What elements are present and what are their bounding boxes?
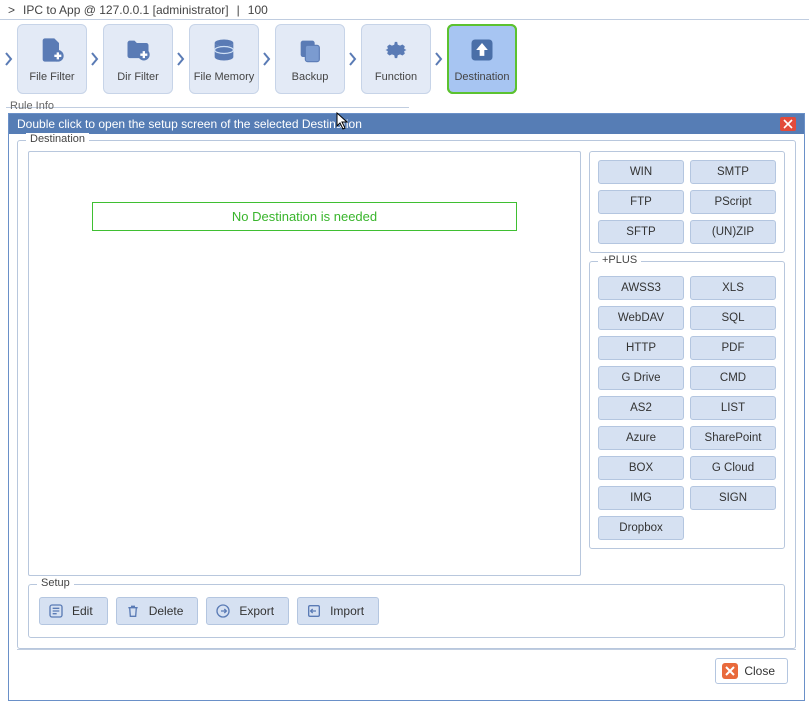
import-label: Import — [330, 604, 364, 618]
folder-plus-icon — [124, 36, 152, 67]
chevron-right-icon — [260, 52, 274, 66]
dialog-title: Double click to open the setup screen of… — [17, 117, 362, 131]
dest-btn-unzip[interactable]: (UN)ZIP — [690, 220, 776, 244]
step-toolbar: File Filter Dir Filter File Memory Backu… — [0, 20, 809, 98]
step-label: Dir Filter — [117, 71, 159, 83]
chevron-right-icon — [346, 52, 360, 66]
step-file-memory[interactable]: File Memory — [189, 24, 259, 94]
export-icon — [215, 603, 231, 619]
setup-legend: Setup — [37, 577, 74, 589]
breadcrumb-title: IPC to App @ 127.0.0.1 [administrator] — [23, 3, 229, 17]
dest-btn-as2[interactable]: AS2 — [598, 396, 684, 420]
export-button[interactable]: Export — [206, 597, 289, 625]
export-label: Export — [239, 604, 274, 618]
setup-group: Setup Edit Delete — [28, 584, 785, 638]
dest-btn-sign[interactable]: SIGN — [690, 486, 776, 510]
breadcrumb-bar: > IPC to App @ 127.0.0.1 [administrator]… — [0, 0, 809, 20]
step-dir-filter[interactable]: Dir Filter — [103, 24, 173, 94]
upload-icon — [468, 36, 496, 67]
dest-btn-box[interactable]: BOX — [598, 456, 684, 480]
copy-icon — [296, 36, 324, 67]
step-label: File Filter — [29, 71, 74, 83]
trash-icon — [125, 603, 141, 619]
dialog-footer: Close — [17, 649, 796, 692]
dest-btn-list[interactable]: LIST — [690, 396, 776, 420]
step-label: Function — [375, 71, 417, 83]
dest-btn-awss3[interactable]: AWSS3 — [598, 276, 684, 300]
step-destination[interactable]: Destination — [447, 24, 517, 94]
breadcrumb-sep: | — [237, 3, 240, 17]
dest-btn-sql[interactable]: SQL — [690, 306, 776, 330]
dest-btn-http[interactable]: HTTP — [598, 336, 684, 360]
edit-button[interactable]: Edit — [39, 597, 108, 625]
step-label: Backup — [292, 71, 329, 83]
import-icon — [306, 603, 322, 619]
rule-info-label: Rule Info — [0, 100, 809, 112]
dest-btn-sharepoint[interactable]: SharePoint — [690, 426, 776, 450]
plus-legend: +PLUS — [598, 254, 641, 266]
dest-btn-webdav[interactable]: WebDAV — [598, 306, 684, 330]
dest-btn-smtp[interactable]: SMTP — [690, 160, 776, 184]
plus-destinations-group: +PLUS AWSS3 XLS WebDAV SQL HTTP PDF G Dr… — [589, 261, 785, 549]
dest-btn-dropbox[interactable]: Dropbox — [598, 516, 684, 540]
dialog-close-x[interactable] — [780, 117, 796, 131]
chevron-right-icon — [88, 52, 102, 66]
step-file-filter[interactable]: File Filter — [17, 24, 87, 94]
delete-label: Delete — [149, 604, 184, 618]
step-function[interactable]: Function — [361, 24, 431, 94]
dest-btn-cmd[interactable]: CMD — [690, 366, 776, 390]
destination-list-panel[interactable]: No Destination is needed — [28, 151, 581, 576]
basic-destinations-group: WIN SMTP FTP PScript SFTP (UN)ZIP — [589, 151, 785, 253]
dest-btn-sftp[interactable]: SFTP — [598, 220, 684, 244]
dest-btn-azure[interactable]: Azure — [598, 426, 684, 450]
close-button[interactable]: Close — [715, 658, 788, 684]
no-destination-banner: No Destination is needed — [92, 202, 517, 231]
step-label: Destination — [454, 71, 509, 83]
dest-btn-img[interactable]: IMG — [598, 486, 684, 510]
destination-legend: Destination — [26, 133, 89, 145]
chevron-right-icon — [174, 52, 188, 66]
import-button[interactable]: Import — [297, 597, 379, 625]
breadcrumb-number: 100 — [248, 3, 268, 17]
edit-icon — [48, 603, 64, 619]
chevron-right-icon — [432, 52, 446, 66]
database-icon — [210, 36, 238, 67]
edit-label: Edit — [72, 604, 93, 618]
dest-btn-win[interactable]: WIN — [598, 160, 684, 184]
step-backup[interactable]: Backup — [275, 24, 345, 94]
dest-btn-pscript[interactable]: PScript — [690, 190, 776, 214]
gear-icon — [382, 36, 410, 67]
dest-btn-xls[interactable]: XLS — [690, 276, 776, 300]
destination-dialog: Double click to open the setup screen of… — [8, 113, 805, 701]
dialog-header: Double click to open the setup screen of… — [9, 114, 804, 134]
close-label: Close — [744, 664, 775, 678]
close-icon — [722, 663, 738, 679]
delete-button[interactable]: Delete — [116, 597, 199, 625]
breadcrumb-prefix: > — [8, 3, 15, 17]
step-label: File Memory — [194, 71, 255, 83]
dest-btn-ftp[interactable]: FTP — [598, 190, 684, 214]
dest-btn-gcloud[interactable]: G Cloud — [690, 456, 776, 480]
dest-btn-gdrive[interactable]: G Drive — [598, 366, 684, 390]
file-plus-icon — [38, 36, 66, 67]
chevron-right-icon — [2, 52, 16, 66]
dest-btn-pdf[interactable]: PDF — [690, 336, 776, 360]
